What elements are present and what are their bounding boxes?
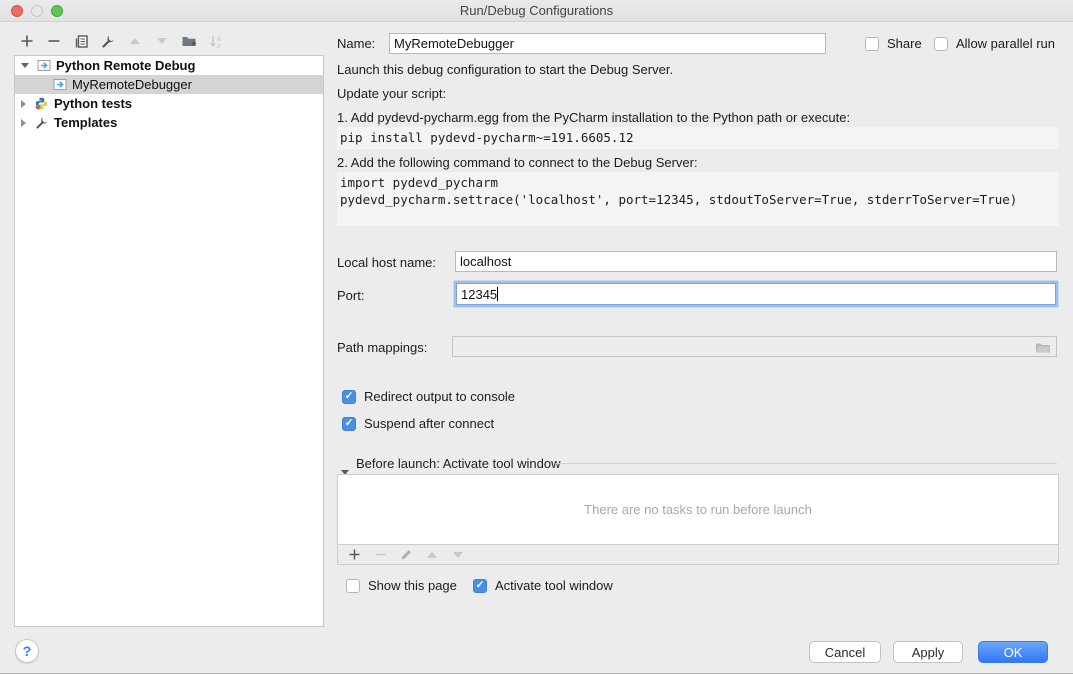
minimize-window-button[interactable] — [31, 5, 43, 17]
apply-button[interactable]: Apply — [893, 641, 963, 663]
name-input[interactable] — [389, 33, 826, 54]
suspend-after-connect-checkbox[interactable]: ✓ — [342, 417, 356, 431]
show-this-page-checkbox[interactable] — [346, 579, 360, 593]
arrow-down-icon — [453, 552, 463, 558]
cancel-button[interactable]: Cancel — [809, 641, 881, 663]
instruction-line-1: Launch this debug configuration to start… — [337, 62, 673, 77]
plus-icon — [20, 34, 34, 48]
sort-configurations-button[interactable]: az — [208, 33, 224, 49]
activate-tool-window-row: ✓ Activate tool window — [473, 578, 613, 593]
remote-debug-config-icon — [53, 78, 67, 91]
local-host-name-label: Local host name: — [337, 255, 436, 270]
instruction-step-1: 1. Add pydevd-pycharm.egg from the PyCha… — [337, 110, 850, 125]
remove-task-button[interactable] — [372, 547, 388, 563]
python-tests-icon — [35, 97, 49, 110]
edit-templates-button[interactable] — [100, 33, 116, 49]
question-mark-icon: ? — [23, 643, 32, 659]
run-debug-configurations-dialog: Run/Debug Configurations az — [0, 0, 1073, 674]
add-task-button[interactable] — [346, 547, 362, 563]
ok-button[interactable]: OK — [978, 641, 1048, 663]
path-mappings-label: Path mappings: — [337, 340, 427, 355]
tree-item-myremotedebugger[interactable]: MyRemoteDebugger — [15, 75, 323, 94]
before-launch-title: Before launch: Activate tool window — [356, 456, 561, 471]
help-button[interactable]: ? — [15, 639, 39, 663]
chevron-right-icon[interactable] — [21, 100, 26, 108]
chevron-down-icon[interactable] — [21, 63, 29, 68]
zoom-window-button[interactable] — [51, 5, 63, 17]
wrench-icon — [101, 34, 116, 49]
tree-item-python-tests[interactable]: Python tests — [15, 94, 323, 113]
share-checkbox-row: Share — [865, 36, 922, 51]
copy-configuration-button[interactable] — [73, 33, 89, 49]
remote-debug-config-icon — [37, 59, 51, 72]
pencil-icon — [400, 548, 413, 561]
sort-az-icon: az — [209, 34, 224, 49]
settrace-code-line-2: pydevd_pycharm.settrace('localhost', por… — [340, 191, 1059, 208]
move-configuration-down-button[interactable] — [154, 33, 170, 49]
add-configuration-button[interactable] — [19, 33, 35, 49]
tree-item-python-remote-debug[interactable]: Python Remote Debug — [15, 56, 323, 75]
tree-item-label: Python Remote Debug — [56, 58, 195, 73]
copy-icon — [74, 34, 89, 49]
allow-parallel-checkbox-row: Allow parallel run — [934, 36, 1055, 51]
redirect-output-checkbox[interactable]: ✓ — [342, 390, 356, 404]
allow-parallel-run-label: Allow parallel run — [956, 36, 1055, 51]
before-launch-task-list[interactable]: There are no tasks to run before launch — [337, 474, 1059, 545]
activate-tool-window-label: Activate tool window — [495, 578, 613, 593]
remove-configuration-button[interactable] — [46, 33, 62, 49]
edit-task-button[interactable] — [398, 547, 414, 563]
create-new-folder-button[interactable] — [181, 33, 197, 49]
arrow-up-icon — [130, 38, 140, 44]
before-launch-divider — [556, 463, 1057, 464]
pip-install-code: pip install pydevd-pycharm~=191.6605.12 — [337, 127, 1059, 149]
close-window-button[interactable] — [11, 5, 23, 17]
svg-text:z: z — [217, 43, 221, 49]
settrace-code-line-1: import pydevd_pycharm — [340, 174, 1059, 191]
allow-parallel-run-checkbox[interactable] — [934, 37, 948, 51]
minus-icon — [47, 34, 61, 48]
configurations-tree: Python Remote Debug MyRemoteDebugger Pyt… — [14, 55, 324, 627]
titlebar: Run/Debug Configurations — [0, 0, 1073, 22]
tree-item-label: MyRemoteDebugger — [72, 77, 192, 92]
move-task-up-button[interactable] — [424, 547, 440, 563]
no-tasks-message: There are no tasks to run before launch — [584, 502, 812, 517]
port-label: Port: — [337, 288, 364, 303]
new-folder-icon — [181, 34, 197, 48]
path-mappings-field[interactable] — [452, 336, 1057, 357]
port-input[interactable] — [456, 283, 1056, 305]
window-title: Run/Debug Configurations — [0, 0, 1073, 21]
tree-item-label: Python tests — [54, 96, 132, 111]
task-toolbar — [337, 545, 1059, 565]
name-label: Name: — [337, 36, 375, 51]
redirect-output-row: ✓ Redirect output to console — [342, 389, 515, 404]
suspend-after-connect-row: ✓ Suspend after connect — [342, 416, 494, 431]
plus-icon — [348, 548, 361, 561]
share-label: Share — [887, 36, 922, 51]
show-this-page-row: Show this page — [346, 578, 457, 593]
suspend-after-connect-label: Suspend after connect — [364, 416, 494, 431]
tree-item-label: Templates — [54, 115, 117, 130]
tree-item-templates[interactable]: Templates — [15, 113, 323, 132]
redirect-output-label: Redirect output to console — [364, 389, 515, 404]
folder-icon — [1035, 341, 1051, 353]
local-host-name-input[interactable] — [455, 251, 1057, 272]
activate-tool-window-checkbox[interactable]: ✓ — [473, 579, 487, 593]
share-checkbox[interactable] — [865, 37, 879, 51]
chevron-right-icon[interactable] — [21, 119, 26, 127]
text-caret — [497, 287, 498, 301]
instruction-line-2: Update your script: — [337, 86, 446, 101]
svg-text:a: a — [217, 35, 221, 42]
settrace-code: import pydevd_pycharm pydevd_pycharm.set… — [337, 172, 1059, 226]
templates-wrench-icon — [35, 116, 49, 129]
instruction-step-2: 2. Add the following command to connect … — [337, 155, 698, 170]
configurations-toolbar: az — [19, 33, 224, 49]
move-task-down-button[interactable] — [450, 547, 466, 563]
minus-icon — [374, 548, 387, 561]
arrow-up-icon — [427, 552, 437, 558]
show-this-page-label: Show this page — [368, 578, 457, 593]
arrow-down-icon — [157, 38, 167, 44]
move-configuration-up-button[interactable] — [127, 33, 143, 49]
